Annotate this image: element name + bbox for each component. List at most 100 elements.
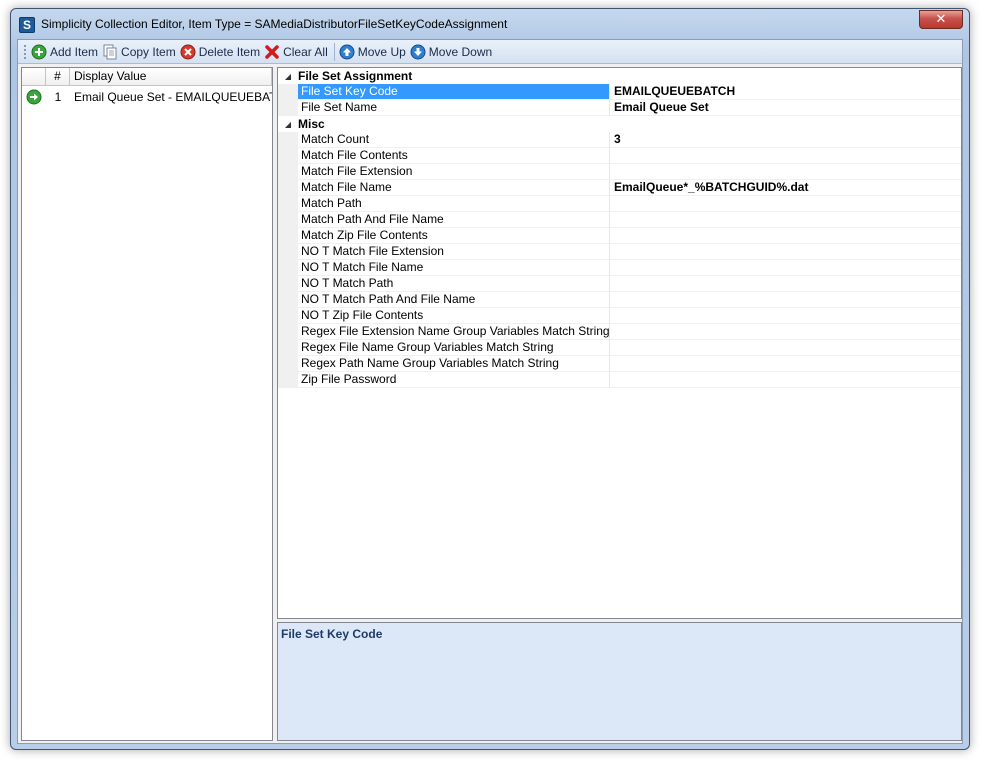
header-icon-column[interactable] xyxy=(22,68,46,85)
category-label: Misc xyxy=(298,117,325,131)
row-gutter xyxy=(278,148,298,164)
collapse-triangle-icon[interactable]: ◢ xyxy=(278,120,298,129)
property-value[interactable]: EMAILQUEUEBATCH xyxy=(610,84,961,100)
row-gutter xyxy=(278,164,298,180)
copy-item-label: Copy Item xyxy=(121,44,176,59)
list-item[interactable]: 1 Email Queue Set - EMAILQUEUEBAT... xyxy=(22,86,272,108)
property-value[interactable] xyxy=(610,372,961,388)
move-down-button[interactable]: Move Down xyxy=(409,42,495,62)
row-gutter xyxy=(278,308,298,324)
move-down-label: Move Down xyxy=(428,44,493,59)
collapse-triangle-icon[interactable]: ◢ xyxy=(278,72,298,81)
property-value[interactable] xyxy=(610,292,961,308)
property-name: Regex File Extension Name Group Variable… xyxy=(298,324,610,340)
property-name: File Set Name xyxy=(298,100,610,116)
property-row[interactable]: Match Path xyxy=(278,196,961,212)
property-row[interactable]: NO T Match File Extension xyxy=(278,244,961,260)
property-row[interactable]: Match File Contents xyxy=(278,148,961,164)
property-name: Regex Path Name Group Variables Match St… xyxy=(298,356,610,372)
property-value[interactable] xyxy=(610,356,961,372)
property-value[interactable] xyxy=(610,276,961,292)
delete-item-label: Delete Item xyxy=(198,44,261,59)
property-row-file-set-name[interactable]: File Set Name Email Queue Set xyxy=(278,100,961,116)
property-name: Match Path And File Name xyxy=(298,212,610,228)
property-row[interactable]: Regex Path Name Group Variables Match St… xyxy=(278,356,961,372)
property-value[interactable] xyxy=(610,212,961,228)
property-value[interactable] xyxy=(610,308,961,324)
category-misc[interactable]: ◢ Misc xyxy=(278,116,961,132)
property-row[interactable]: Match Count 3 xyxy=(278,132,961,148)
property-row[interactable]: Match Path And File Name xyxy=(278,212,961,228)
property-name: Match File Contents xyxy=(298,148,610,164)
row-gutter xyxy=(278,132,298,148)
category-label: File Set Assignment xyxy=(298,69,413,83)
property-row[interactable]: Match File Name EmailQueue*_%BATCHGUID%.d… xyxy=(278,180,961,196)
copy-item-button[interactable]: Copy Item xyxy=(101,42,179,62)
property-name: Regex File Name Group Variables Match St… xyxy=(298,340,610,356)
property-row-file-set-key-code[interactable]: File Set Key Code EMAILQUEUEBATCH xyxy=(278,84,961,100)
property-row[interactable]: NO T Match Path xyxy=(278,276,961,292)
property-value[interactable] xyxy=(610,324,961,340)
add-item-label: Add Item xyxy=(50,44,99,59)
description-title: File Set Key Code xyxy=(281,627,383,641)
header-number-column[interactable]: # xyxy=(46,68,70,85)
property-name: Match Count xyxy=(298,132,610,148)
row-gutter xyxy=(278,84,298,100)
property-row[interactable]: Regex File Name Group Variables Match St… xyxy=(278,340,961,356)
row-icon-cell xyxy=(22,89,46,105)
clear-x-icon xyxy=(265,44,279,59)
row-number: 1 xyxy=(54,90,62,104)
category-file-set-assignment[interactable]: ◢ File Set Assignment xyxy=(278,68,961,84)
delete-item-button[interactable]: Delete Item xyxy=(179,42,263,62)
clear-all-label: Clear All xyxy=(283,44,328,59)
property-row[interactable]: Match Zip File Contents xyxy=(278,228,961,244)
move-up-button[interactable]: Move Up xyxy=(338,42,409,62)
header-display-value-column[interactable]: Display Value xyxy=(70,68,272,85)
property-row[interactable]: NO T Match File Name xyxy=(278,260,961,276)
property-row[interactable]: Zip File Password xyxy=(278,372,961,388)
property-value[interactable] xyxy=(610,196,961,212)
property-row[interactable]: Match File Extension xyxy=(278,164,961,180)
property-row[interactable]: Regex File Extension Name Group Variable… xyxy=(278,324,961,340)
property-value[interactable] xyxy=(610,340,961,356)
arrow-up-icon xyxy=(339,44,355,59)
clear-all-button[interactable]: Clear All xyxy=(263,42,331,62)
title-bar[interactable]: S Simplicity Collection Editor, Item Typ… xyxy=(11,9,969,39)
app-icon: S xyxy=(19,17,35,33)
property-name: NO T Match Path xyxy=(298,276,610,292)
property-row[interactable]: NO T Zip File Contents xyxy=(278,308,961,324)
move-up-label: Move Up xyxy=(357,44,406,59)
property-value[interactable]: Email Queue Set xyxy=(610,100,961,116)
copy-icon xyxy=(103,44,117,59)
property-row[interactable]: NO T Match Path And File Name xyxy=(278,292,961,308)
row-gutter xyxy=(278,228,298,244)
arrow-down-icon xyxy=(410,44,426,59)
property-value[interactable] xyxy=(610,228,961,244)
add-item-button[interactable]: Add Item xyxy=(30,42,101,62)
property-value[interactable]: EmailQueue*_%BATCHGUID%.dat xyxy=(610,180,961,196)
property-value[interactable] xyxy=(610,260,961,276)
property-name: Match File Name xyxy=(298,180,610,196)
property-name: NO T Match File Name xyxy=(298,260,610,276)
property-value[interactable]: 3 xyxy=(610,132,961,148)
toolbar: Add Item Copy Item Delete Item Clear All… xyxy=(18,40,962,64)
property-value[interactable] xyxy=(610,164,961,180)
toolbar-grip[interactable] xyxy=(24,44,27,59)
row-gutter xyxy=(278,212,298,228)
row-gutter xyxy=(278,340,298,356)
property-name: File Set Key Code xyxy=(298,84,610,100)
item-list[interactable]: # Display Value 1 Email Queue Set - EMAI… xyxy=(21,67,273,741)
delete-icon xyxy=(180,44,196,59)
property-value[interactable] xyxy=(610,148,961,164)
property-grid[interactable]: ◢ File Set Assignment File Set Key Code … xyxy=(277,67,962,619)
property-name: NO T Zip File Contents xyxy=(298,308,610,324)
property-name: Match Zip File Contents xyxy=(298,228,610,244)
property-name: Match Path xyxy=(298,196,610,212)
property-value[interactable] xyxy=(610,244,961,260)
property-name: NO T Match Path And File Name xyxy=(298,292,610,308)
description-panel: File Set Key Code xyxy=(277,622,962,741)
close-button[interactable]: ✕ xyxy=(919,10,963,29)
row-gutter xyxy=(278,324,298,340)
row-gutter xyxy=(278,196,298,212)
row-gutter xyxy=(278,260,298,276)
